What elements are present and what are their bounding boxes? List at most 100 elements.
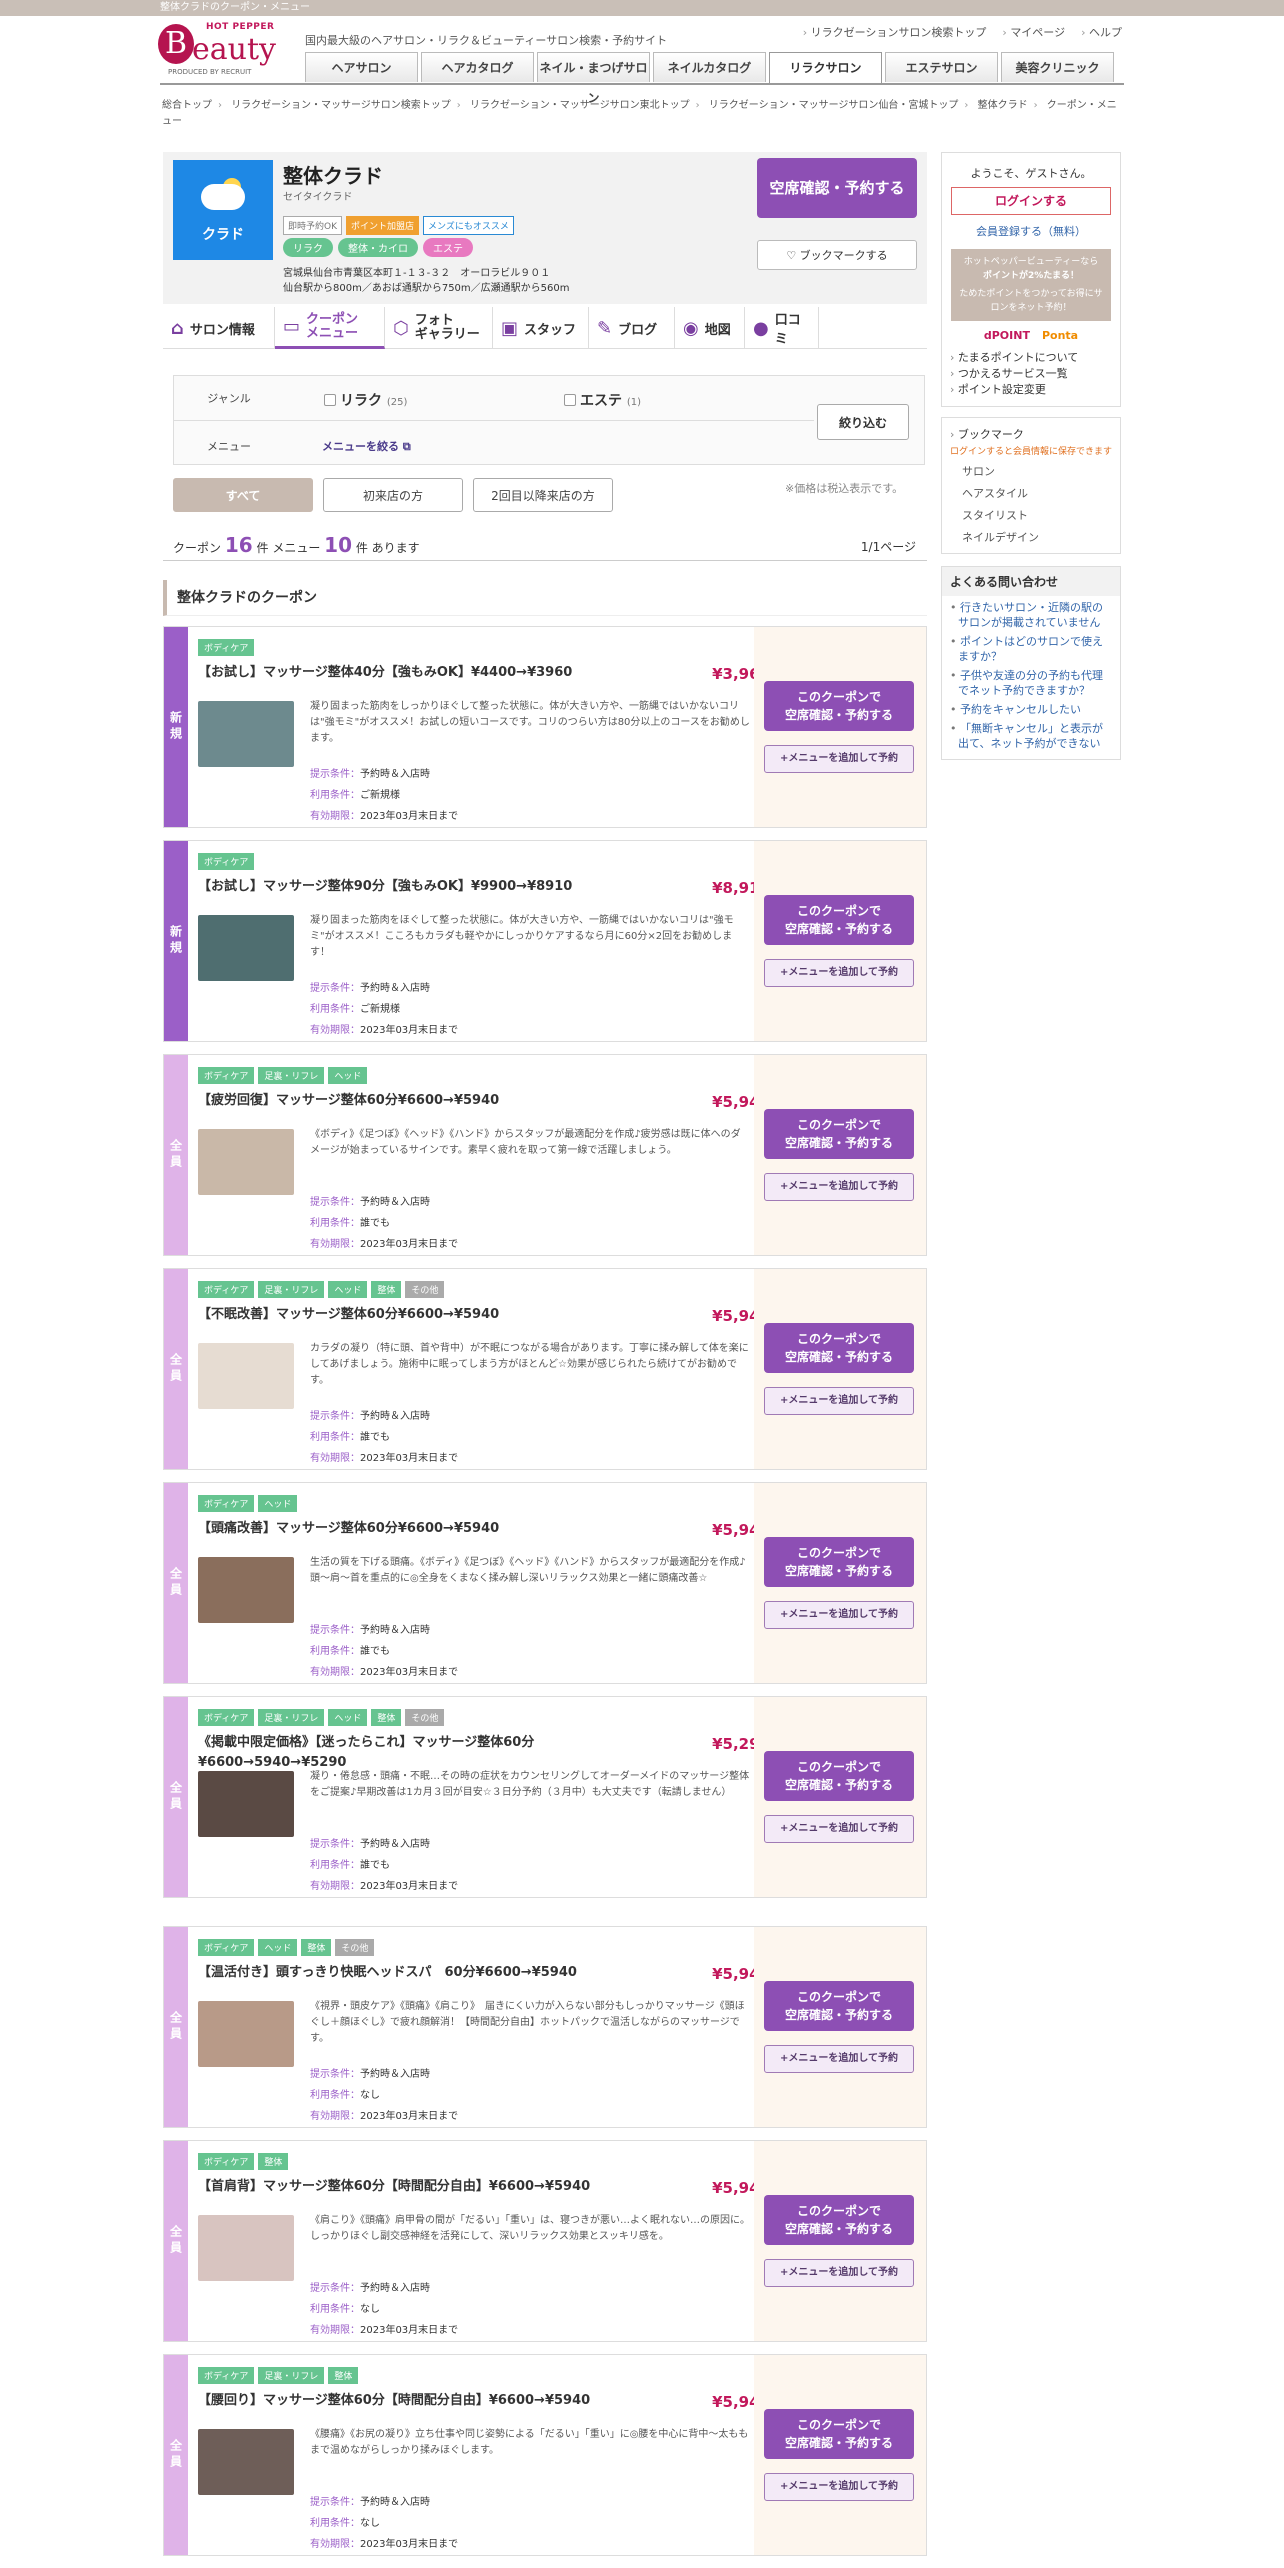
tab-reviews[interactable]: ● 口コミ [745, 307, 819, 349]
faq-item[interactable]: 「無断キャンセル」と表示が出て、ネット予約ができない [942, 717, 1120, 759]
point-link[interactable]: つかえるサービス一覧 [950, 366, 1112, 382]
gnav-nail-catalog[interactable]: ネイルカタログ [653, 52, 766, 82]
register-link[interactable]: 会員登録する（無料） [950, 223, 1112, 239]
add-menu-button[interactable]: +メニューを追加して予約 [764, 1173, 914, 1201]
tab-photo-gallery[interactable]: ⬡ フォト ギャラリー [385, 307, 493, 349]
gnav-hair-catalog[interactable]: ヘアカタログ [421, 52, 534, 82]
link-help[interactable]: ヘルプ [1081, 24, 1122, 40]
coupon-reserve-button[interactable]: このクーポンで 空席確認・予約する [764, 2409, 914, 2459]
coupon-actions: このクーポンで 空席確認・予約する +メニューを追加して予約 [754, 1269, 926, 1469]
logo-hotpepper: HOT PEPPER [206, 22, 275, 32]
coupon-reserve-button[interactable]: このクーポンで 空席確認・予約する [764, 681, 914, 731]
coupon-reserve-button[interactable]: このクーポンで 空席確認・予約する [764, 1323, 914, 1373]
crumb-3[interactable]: リラクゼーション・マッサージサロン仙台・宮城トップ [709, 100, 959, 111]
gnav-nail-eyelash[interactable]: ネイル・まつげサロン [537, 52, 650, 105]
point-link[interactable]: たまるポイントについて [950, 350, 1112, 366]
crumb-1[interactable]: リラクゼーション・マッサージサロン検索トップ [231, 100, 451, 111]
coupon-reserve-button[interactable]: このクーポンで 空席確認・予約する [764, 2195, 914, 2245]
faq-item[interactable]: 予約をキャンセルしたい [942, 698, 1120, 717]
coupon-category: その他 [405, 1709, 445, 1726]
visit-tabs: すべて 初来店の方 2回目以降来店の方 [173, 478, 613, 512]
bookmark-heading[interactable]: ブックマーク [950, 426, 1112, 442]
gnav-esthe[interactable]: エステサロン [885, 52, 998, 82]
link-mypage[interactable]: マイページ [1002, 24, 1065, 40]
coupon-reserve-button[interactable]: このクーポンで 空席確認・予約する [764, 1537, 914, 1587]
login-button[interactable]: ログインする [951, 187, 1111, 215]
add-menu-button[interactable]: +メニューを追加して予約 [764, 959, 914, 987]
tab-label: クーポン メニュー [306, 311, 359, 341]
reserve-button[interactable]: 空席確認・予約する [757, 158, 917, 218]
coupon-target-label: 新規 [164, 627, 188, 827]
seg-repeat[interactable]: 2回目以降来店の方 [473, 478, 613, 512]
tab-blog[interactable]: ✎ ブログ [589, 307, 675, 349]
tab-map[interactable]: ◉ 地図 [675, 307, 745, 349]
coupon-reserve-button[interactable]: このクーポンで 空席確認・予約する [764, 1981, 914, 2031]
tab-staff[interactable]: ▣ スタッフ [493, 307, 589, 349]
genre-relax-checkbox[interactable]: リラク (25) [324, 390, 407, 410]
coupon-photo [198, 2215, 294, 2281]
bookmark-item[interactable]: スタイリスト [950, 507, 1112, 523]
genre-esthe-checkbox[interactable]: エステ (1) [564, 390, 641, 410]
point-link[interactable]: ポイント設定変更 [950, 382, 1112, 398]
add-menu-button[interactable]: +メニューを追加して予約 [764, 1815, 914, 1843]
hotpepper-beauty-logo[interactable]: B eauty HOT PEPPER PRODUCED BY RECRUIT [158, 22, 283, 78]
faq-item[interactable]: 子供や友達の分の予約も代理でネット予約できますか？ [942, 664, 1120, 698]
add-menu-button[interactable]: +メニューを追加して予約 [764, 2259, 914, 2287]
add-menu-button[interactable]: +メニューを追加して予約 [764, 1387, 914, 1415]
menu-count: 10 [324, 533, 353, 557]
seg-first[interactable]: 初来店の方 [323, 478, 463, 512]
crumb-2[interactable]: リラクゼーション・マッサージサロン東北トップ [470, 100, 690, 111]
coupon-reserve-button[interactable]: このクーポンで 空席確認・予約する [764, 1109, 914, 1159]
coupon-categories: ボディケア 足裏・リフレ ヘッド [198, 1067, 368, 1084]
add-menu-button[interactable]: +メニューを追加して予約 [764, 2473, 914, 2501]
coupon-description: 凝り・倦怠感・頭痛・不眠…その時の症状をカウンセリングしてオーダーメイドのマッサ… [310, 1771, 750, 1798]
coupon-title: 【頭痛改善】マッサージ整体60分¥6600→¥5940 [198, 1521, 500, 1536]
faq-item[interactable]: 行きたいサロン・近隣の駅のサロンが掲載されていません [942, 596, 1120, 630]
coupon-reserve-button[interactable]: このクーポンで 空席確認・予約する [764, 1751, 914, 1801]
coupon-title: 【お試し】マッサージ整体40分【強もみOK】¥4400→¥3960 [198, 665, 573, 680]
add-menu-button[interactable]: +メニューを追加して予約 [764, 1601, 914, 1629]
narrow-menu-link[interactable]: メニューを絞る ⧉ [322, 438, 411, 454]
menu-label: メニュー [207, 440, 251, 453]
bookmark-item[interactable]: ネイルデザイン [950, 529, 1112, 545]
coupon-card: 全員 ボディケア ヘッド 整体 その他 【温活付き】頭すっきり快眠ヘッドスパ 60分¥66… [163, 1926, 927, 2128]
coupon-category: 足裏・リフレ [258, 1281, 325, 1298]
bookmark-item[interactable]: サロン [950, 463, 1112, 479]
coupon-category: ボディケア [198, 1067, 255, 1084]
add-menu-button[interactable]: +メニューを追加して予約 [764, 2045, 914, 2073]
crumb-4[interactable]: 整体クラド [978, 100, 1028, 111]
bookmark-button[interactable]: ♡ ブックマークする [757, 240, 917, 270]
gnav-relax[interactable]: リラクサロン [769, 52, 882, 84]
salon-tags: 即時予約OK ポイント加盟店 メンズにもオススメ [283, 216, 514, 235]
coupon-target-label: 全員 [164, 1483, 188, 1683]
crumb-0[interactable]: 総合トップ [162, 100, 212, 111]
gnav-clinic[interactable]: 美容クリニック [1001, 52, 1114, 82]
add-menu-button[interactable]: +メニューを追加して予約 [764, 745, 914, 773]
coupon-present-cond: 提示条件：予約時＆入店時 [310, 1839, 430, 1850]
address-line: 宮城県仙台市青葉区本町１-１３-３２ オーロラビル９０１ [283, 268, 551, 279]
coupon-use-cond: 利用条件：誰でも [310, 1646, 390, 1657]
coupon-use-cond: 利用条件：誰でも [310, 1860, 390, 1871]
access-line: 仙台駅から800m／あおば通駅から750m／広瀬通駅から560m [283, 283, 570, 294]
tab-coupon-menu[interactable]: ▭ クーポン メニュー [275, 307, 385, 349]
tab-salon-info[interactable]: ⌂ サロン情報 [163, 307, 275, 349]
coupon-description: 《腰痛》《お尻の凝り》立ち仕事や同じ姿勢による「だるい」「重い」に◎腰を中心に背… [310, 2429, 749, 2456]
coupon-reserve-button[interactable]: このクーポンで 空席確認・予約する [764, 895, 914, 945]
faq-item[interactable]: ポイントはどのサロンで使えますか？ [942, 630, 1120, 664]
welcome-text: ようこそ、ゲストさん。 [970, 167, 1092, 180]
narrow-button[interactable]: 絞り込む [817, 404, 909, 440]
nav-divider [160, 83, 1124, 85]
salon-kana: セイタイクラド [283, 192, 353, 203]
pen-icon: ✎ [597, 317, 613, 339]
home-icon: ⌂ [171, 317, 184, 339]
seg-all[interactable]: すべて [173, 478, 313, 512]
coupon-categories: ボディケア 整体 [198, 2153, 289, 2170]
coupon-expiry: 有効期限：2023年03月末日まで [310, 1239, 459, 1250]
bookmark-item[interactable]: ヘアスタイル [950, 485, 1112, 501]
point-text-3: ためたポイントをつかってお得にサロンをネット予約！ [959, 289, 1103, 313]
coupon-present-cond: 提示条件：予約時＆入店時 [310, 1411, 430, 1422]
tag-point: ポイント加盟店 [346, 216, 420, 235]
link-relax-top[interactable]: リラクゼーションサロン検索トップ [803, 24, 987, 40]
coupon-card: 全員 ボディケア 足裏・リフレ ヘッド 整体 その他 【不眠改善】マッサージ整体60分¥66… [163, 1268, 927, 1470]
gnav-hair[interactable]: ヘアサロン [305, 52, 418, 82]
